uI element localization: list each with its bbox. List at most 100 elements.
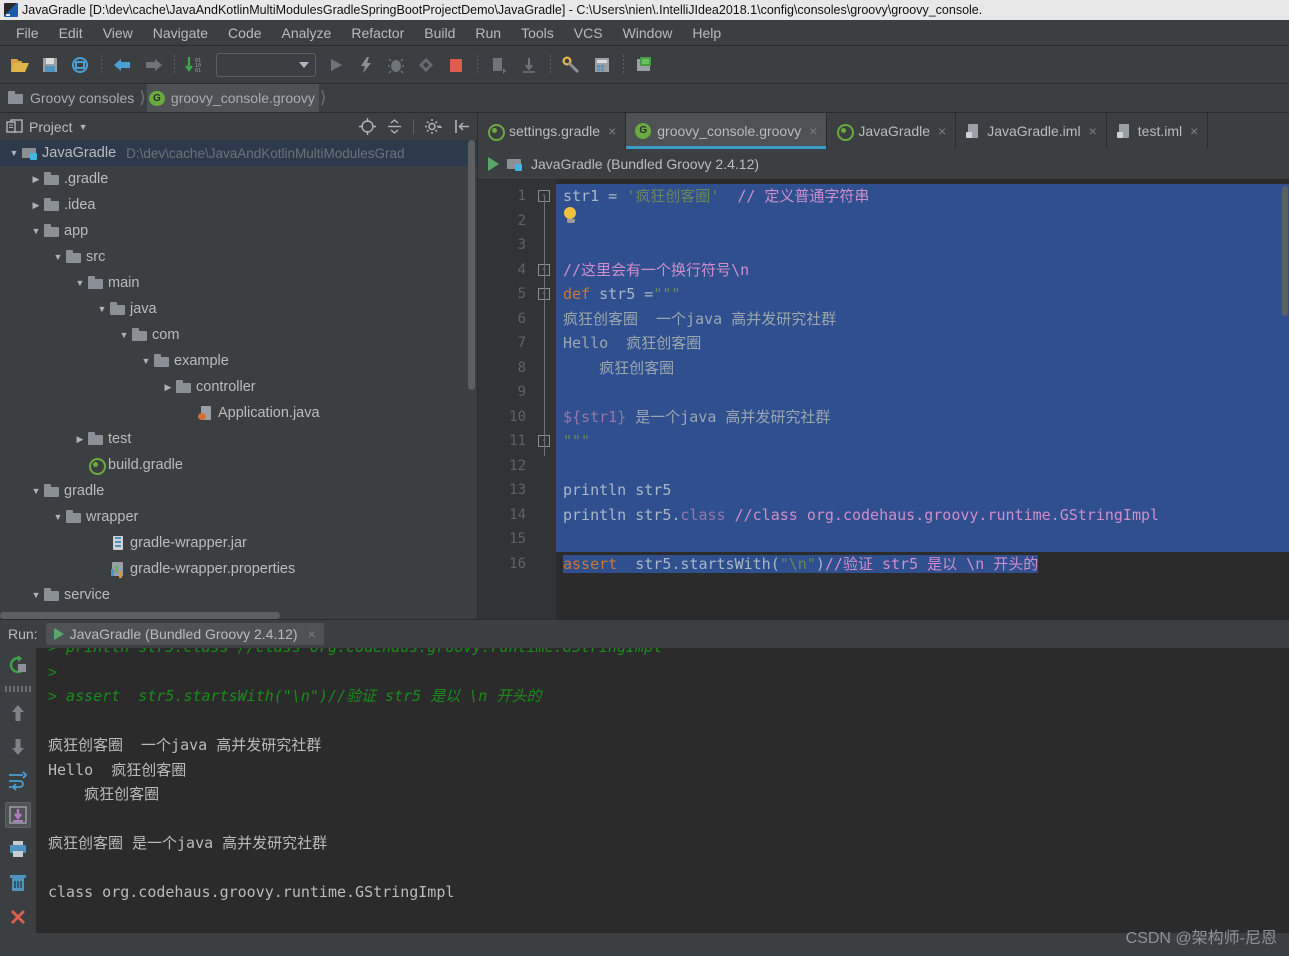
menu-item-window[interactable]: Window [613, 22, 683, 44]
tree-node[interactable]: build.gradle [0, 452, 477, 478]
close-icon[interactable]: × [1089, 123, 1097, 139]
breadcrumb-item-groovy-consoles[interactable]: Groovy consoles [6, 84, 138, 112]
profile-icon[interactable] [412, 51, 440, 79]
code-line[interactable]: Hello 疯狂创客圈 [556, 331, 1289, 356]
menu-item-view[interactable]: View [93, 22, 143, 44]
debug-icon[interactable] [382, 51, 410, 79]
chevron-right-icon[interactable]: ▶ [160, 382, 176, 393]
rerun-icon[interactable] [5, 652, 31, 678]
chevron-down-icon[interactable]: ▼ [28, 226, 44, 236]
code-editor[interactable]: 1-234-5-67891011-1213141516 str1 = '疯狂创客… [478, 180, 1289, 619]
tree-node[interactable]: ▼ JavaGradle D:\dev\cache\JavaAndKotlinMul… [0, 140, 477, 166]
menu-item-analyze[interactable]: Analyze [272, 22, 342, 44]
chevron-down-icon[interactable]: ▼ [72, 278, 88, 288]
chevron-right-icon[interactable]: ▶ [28, 174, 44, 185]
back-arrow-icon[interactable] [109, 51, 137, 79]
clear-all-icon[interactable] [5, 870, 31, 896]
tree-node[interactable]: ▶ .gradle [0, 166, 477, 192]
editor-tab[interactable]: Ggroovy_console.groovy × [626, 113, 828, 149]
forward-arrow-icon[interactable] [139, 51, 167, 79]
settings-wrench-icon[interactable] [558, 51, 586, 79]
menu-item-build[interactable]: Build [414, 22, 465, 44]
code-line[interactable]: 疯狂创客圈 一个java 高并发研究社群 [556, 306, 1289, 331]
run-console-icon[interactable] [488, 157, 499, 171]
editor-vertical-scrollbar[interactable] [1282, 186, 1288, 316]
run-configuration-selector[interactable] [216, 52, 316, 77]
stop-icon[interactable] [442, 51, 470, 79]
chevron-down-icon[interactable]: ▼ [28, 590, 44, 600]
code-line[interactable] [556, 380, 1289, 405]
menu-item-code[interactable]: Code [218, 22, 271, 44]
breadcrumb-item-groovy-console[interactable]: G groovy_console.groovy [146, 84, 319, 112]
code-line[interactable]: println str5.class //class org.codehaus.… [556, 502, 1289, 527]
tree-node[interactable]: ▼ service [0, 582, 477, 608]
code-line[interactable] [556, 527, 1289, 552]
close-icon[interactable]: × [809, 123, 817, 139]
editor-tab[interactable]: settings.gradle × [478, 113, 627, 149]
code-line[interactable]: str1 = '疯狂创客圈' // 定义普通字符串 [556, 184, 1289, 209]
code-line[interactable]: """ [556, 429, 1289, 454]
chevron-right-icon[interactable]: ▶ [72, 434, 88, 445]
compile-icon[interactable]: 01 10 01 [182, 51, 210, 79]
close-icon[interactable]: × [608, 123, 616, 139]
gear-icon[interactable] [424, 118, 444, 135]
editor-tab[interactable]: JavaGradle × [827, 113, 957, 149]
open-folder-icon[interactable] [6, 51, 34, 79]
tree-node[interactable]: ▼ com [0, 322, 477, 348]
code-line[interactable]: assert str5.startsWith("\n")//验证 str5 是以… [556, 552, 1289, 577]
chevron-down-icon[interactable]: ▼ [50, 512, 66, 522]
code-line[interactable]: ${str1} 是一个java 高并发研究社群 [556, 404, 1289, 429]
scroll-down-icon[interactable] [5, 734, 31, 760]
tree-node[interactable]: ▼ java [0, 296, 477, 322]
menu-item-edit[interactable]: Edit [49, 22, 93, 44]
editor-tab[interactable]: test.iml × [1107, 113, 1209, 149]
menu-item-refactor[interactable]: Refactor [341, 22, 414, 44]
hide-panel-icon[interactable] [454, 118, 471, 135]
menu-item-tools[interactable]: Tools [511, 22, 564, 44]
tree-node[interactable]: gradle-wrapper.properties [0, 556, 477, 582]
intention-bulb-icon[interactable] [564, 207, 578, 223]
code-content[interactable]: str1 = '疯狂创客圈' // 定义普通字符串 //这里会有一个换行符号\n… [556, 180, 1289, 619]
tree-node[interactable]: ▶ .idea [0, 192, 477, 218]
tree-node[interactable]: ▼ src [0, 244, 477, 270]
chevron-down-icon[interactable]: ▼ [28, 486, 44, 496]
tree-node[interactable]: ▼ example [0, 348, 477, 374]
chevron-down-icon[interactable]: ▼ [50, 252, 66, 262]
code-line[interactable] [556, 208, 1289, 233]
menu-item-help[interactable]: Help [682, 22, 731, 44]
tree-vertical-scrollbar[interactable] [468, 140, 475, 390]
tree-node[interactable]: ▶ controller [0, 374, 477, 400]
run-with-coverage-icon[interactable] [352, 51, 380, 79]
project-structure-icon[interactable] [588, 51, 616, 79]
step-into-icon[interactable] [515, 51, 543, 79]
close-icon[interactable]: × [308, 626, 316, 642]
scroll-up-icon[interactable] [5, 700, 31, 726]
tree-node[interactable]: ▼ wrapper [0, 504, 477, 530]
code-line[interactable]: 疯狂创客圈 [556, 355, 1289, 380]
code-line[interactable]: println str5 [556, 478, 1289, 503]
close-icon[interactable]: × [1190, 123, 1198, 139]
save-all-icon[interactable] [36, 51, 64, 79]
chevron-down-icon[interactable]: ▼ [94, 304, 110, 314]
code-line[interactable]: //这里会有一个换行符号\n [556, 257, 1289, 282]
tree-node[interactable]: ▶ test [0, 426, 477, 452]
tree-node[interactable]: gradle-wrapper.jar [0, 530, 477, 556]
chevron-down-icon[interactable]: ▼ [138, 356, 154, 366]
code-line[interactable] [556, 453, 1289, 478]
sync-refresh-icon[interactable] [66, 51, 94, 79]
run-icon[interactable] [322, 51, 350, 79]
close-icon[interactable] [5, 904, 31, 930]
sdk-manager-icon[interactable] [631, 51, 659, 79]
code-line[interactable] [556, 233, 1289, 258]
chevron-down-icon[interactable]: ▼ [79, 122, 88, 132]
chevron-down-icon[interactable]: ▼ [6, 148, 22, 158]
scroll-to-end-icon[interactable] [5, 802, 31, 828]
project-tree[interactable]: ▼ JavaGradle D:\dev\cache\JavaAndKotlinMul… [0, 140, 477, 619]
chevron-down-icon[interactable]: ▼ [116, 330, 132, 340]
chevron-right-icon[interactable]: ▶ [28, 200, 44, 211]
tree-horizontal-scrollbar[interactable] [0, 612, 280, 619]
menu-item-vcs[interactable]: VCS [564, 22, 613, 44]
print-icon[interactable] [5, 836, 31, 862]
tree-node[interactable]: Application.java [0, 400, 477, 426]
locate-icon[interactable] [359, 118, 376, 135]
